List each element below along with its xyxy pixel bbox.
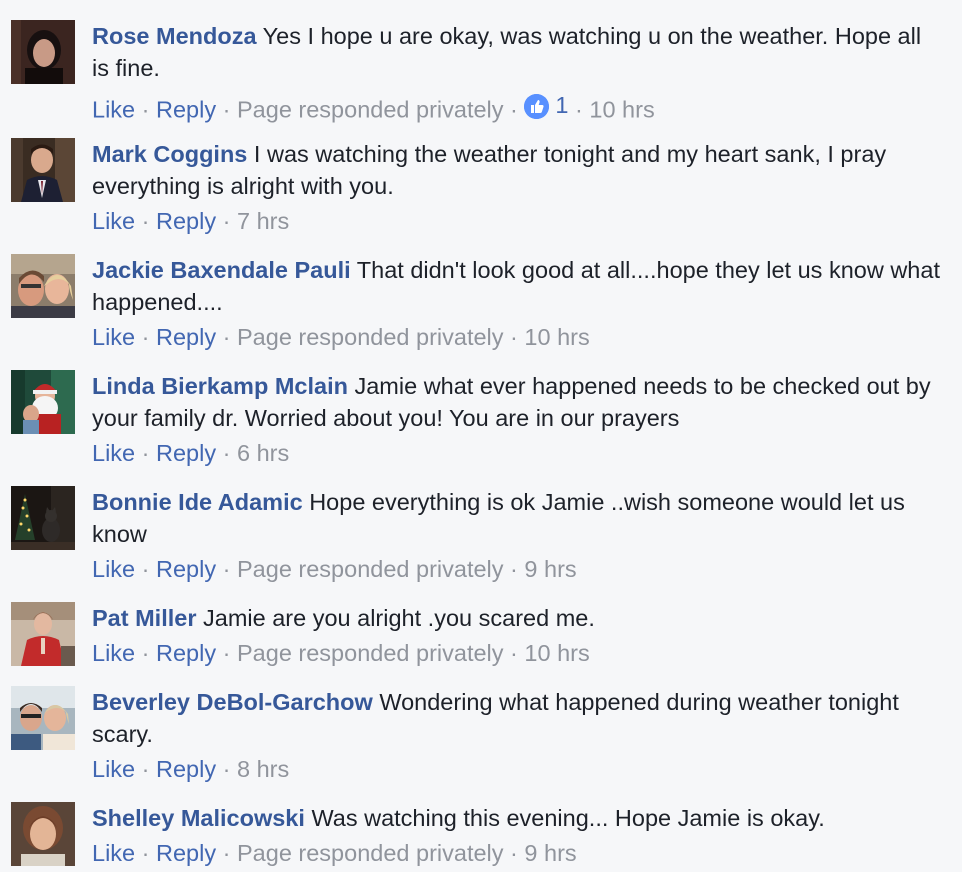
comment-time[interactable]: 9 hrs [524, 840, 576, 866]
comment-author[interactable]: Beverley DeBol-Garchow [92, 689, 373, 715]
responded-status: Page responded privately [237, 556, 504, 582]
comment-body: Rose Mendoza Yes I hope u are okay, was … [92, 20, 942, 84]
responded-status: Page responded privately [237, 324, 504, 350]
like-count[interactable]: 1 [524, 89, 568, 121]
comment-author[interactable]: Shelley Malicowski [92, 805, 305, 831]
comment-body: Beverley DeBol-Garchow Wondering what ha… [92, 686, 942, 750]
like-link[interactable]: Like [92, 208, 135, 234]
reply-link[interactable]: Reply [156, 97, 216, 123]
comment-list: Rose Mendoza Yes I hope u are okay, was … [0, 0, 962, 872]
comment-body: Mark Coggins I was watching the weather … [92, 138, 942, 202]
like-link[interactable]: Like [92, 97, 135, 123]
avatar-photo-older-woman[interactable] [11, 802, 75, 866]
comment-time[interactable]: 8 hrs [237, 756, 289, 782]
comment-meta: Like · Reply · Page responded privately … [92, 89, 655, 126]
like-link[interactable]: Like [92, 640, 135, 666]
comment-body: Bonnie Ide Adamic Hope everything is ok … [92, 486, 942, 550]
like-link[interactable]: Like [92, 756, 135, 782]
comment-text: Jamie are you alright .you scared me. [203, 605, 595, 631]
reply-link[interactable]: Reply [156, 756, 216, 782]
comment-meta: Like · Reply · 8 hrs [92, 756, 290, 782]
reply-link[interactable]: Reply [156, 208, 216, 234]
thumbs-up-icon [524, 93, 550, 119]
reply-link[interactable]: Reply [156, 640, 216, 666]
comment-body: Linda Bierkamp Mclain Jamie what ever ha… [92, 370, 942, 434]
avatar-photo-woman-dark-hair[interactable] [11, 20, 75, 84]
comment-author[interactable]: Bonnie Ide Adamic [92, 489, 303, 515]
like-link[interactable]: Like [92, 556, 135, 582]
reply-link[interactable]: Reply [156, 324, 216, 350]
comment-author[interactable]: Mark Coggins [92, 141, 247, 167]
reply-link[interactable]: Reply [156, 840, 216, 866]
comment-body: Jackie Baxendale Pauli That didn't look … [92, 254, 942, 318]
comment-meta: Like · Reply · 6 hrs [92, 440, 290, 466]
like-link[interactable]: Like [92, 440, 135, 466]
like-count-value: 1 [555, 92, 569, 118]
comment-text: Was watching this evening... Hope Jamie … [311, 805, 825, 831]
comment-meta: Like · Reply · Page responded privately … [92, 324, 590, 350]
comment-time[interactable]: 10 hrs [524, 640, 589, 666]
comment-author[interactable]: Pat Miller [92, 605, 196, 631]
previous-comment-cutoff [0, 0, 962, 4]
comment-author[interactable]: Jackie Baxendale Pauli [92, 257, 351, 283]
avatar-photo-couple[interactable] [11, 254, 75, 318]
comment-time[interactable]: 6 hrs [237, 440, 289, 466]
comment-author[interactable]: Rose Mendoza [92, 23, 257, 49]
like-link[interactable]: Like [92, 840, 135, 866]
avatar-photo-santa[interactable] [11, 370, 75, 434]
comment-body: Shelley Malicowski Was watching this eve… [92, 802, 942, 834]
comment-meta: Like · Reply · Page responded privately … [92, 840, 577, 866]
comment-body: Pat Miller Jamie are you alright .you sc… [92, 602, 942, 634]
responded-status: Page responded privately [237, 840, 504, 866]
comment-meta: Like · Reply · Page responded privately … [92, 640, 590, 666]
avatar-photo-woman-red-shirt[interactable] [11, 602, 75, 666]
reply-link[interactable]: Reply [156, 556, 216, 582]
reply-link[interactable]: Reply [156, 440, 216, 466]
avatar-photo-man-suit[interactable] [11, 138, 75, 202]
avatar-photo-cat-christmas-tree[interactable] [11, 486, 75, 550]
comment-time[interactable]: 7 hrs [237, 208, 289, 234]
avatar-photo-two-women[interactable] [11, 686, 75, 750]
comment-time[interactable]: 10 hrs [589, 97, 654, 123]
comment-meta: Like · Reply · 7 hrs [92, 208, 290, 234]
responded-status: Page responded privately [237, 640, 504, 666]
comment-time[interactable]: 9 hrs [524, 556, 576, 582]
responded-status: Page responded privately [237, 96, 504, 123]
comment-meta: Like · Reply · Page responded privately … [92, 556, 577, 582]
comment-time[interactable]: 10 hrs [524, 324, 589, 350]
comment-author[interactable]: Linda Bierkamp Mclain [92, 373, 348, 399]
like-link[interactable]: Like [92, 324, 135, 350]
